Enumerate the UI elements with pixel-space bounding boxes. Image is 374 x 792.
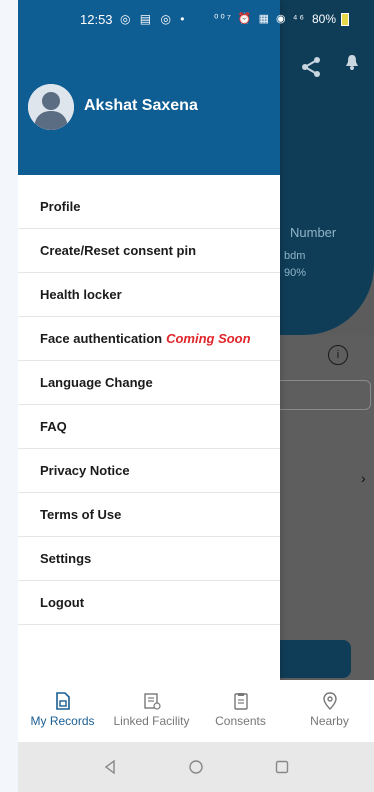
menu-item-privacy-notice[interactable]: Privacy Notice bbox=[18, 449, 280, 493]
menu-item-consent-pin[interactable]: Create/Reset consent pin bbox=[18, 229, 280, 273]
bg-card-line1: Number bbox=[290, 225, 337, 240]
menu-item-label: Privacy Notice bbox=[40, 463, 130, 478]
nav-label: Linked Facility bbox=[113, 714, 190, 728]
navigation-drawer: Akshat Saxena Profile Create/Reset conse… bbox=[18, 0, 280, 792]
records-icon bbox=[55, 692, 70, 710]
chevron-right-icon[interactable]: › bbox=[361, 470, 366, 486]
location-icon bbox=[322, 692, 337, 710]
status-time: 12:53 bbox=[80, 12, 113, 27]
system-navigation-bar bbox=[18, 742, 374, 792]
user-name: Akshat Saxena bbox=[84, 97, 198, 114]
background-field bbox=[273, 380, 371, 410]
menu-item-health-locker[interactable]: Health locker bbox=[18, 273, 280, 317]
avatar[interactable] bbox=[28, 84, 74, 130]
nav-my-records[interactable]: My Records bbox=[18, 680, 107, 742]
menu-item-label: Settings bbox=[40, 551, 92, 566]
menu-item-label: Create/Reset consent pin bbox=[40, 243, 197, 258]
home-icon[interactable] bbox=[188, 759, 204, 775]
recents-icon[interactable] bbox=[274, 759, 290, 775]
system-status-icons: ⁰⁰⁷ ⏰ ▦ ◉ ⁴⁶ bbox=[214, 13, 306, 25]
notification-icons: ◎ ▤ ◎ • bbox=[120, 12, 188, 26]
nav-label: My Records bbox=[30, 714, 95, 728]
menu-item-language-change[interactable]: Language Change bbox=[18, 361, 280, 405]
bg-card-line3: 90% bbox=[284, 267, 307, 279]
menu-item-terms-of-use[interactable]: Terms of Use bbox=[18, 493, 280, 537]
bg-card-line2: bdm bbox=[284, 250, 306, 262]
menu-item-face-authentication[interactable]: Face authentication Coming Soon bbox=[18, 317, 280, 361]
bell-icon[interactable] bbox=[345, 54, 359, 70]
nav-label: Nearby bbox=[310, 714, 349, 728]
nav-consents[interactable]: Consents bbox=[196, 680, 285, 742]
battery-icon bbox=[341, 13, 350, 27]
menu-item-label: Language Change bbox=[40, 375, 153, 390]
drawer-menu: Profile Create/Reset consent pin Health … bbox=[18, 185, 280, 625]
menu-item-faq[interactable]: FAQ bbox=[18, 405, 280, 449]
consents-icon bbox=[233, 693, 248, 710]
menu-item-label: Profile bbox=[40, 199, 81, 214]
menu-item-label: FAQ bbox=[40, 419, 67, 434]
coming-soon-badge: Coming Soon bbox=[166, 331, 251, 346]
menu-item-profile[interactable]: Profile bbox=[18, 185, 280, 229]
bottom-navigation: My Records Linked Facility Consents Near… bbox=[18, 680, 374, 742]
phone-screen: Number bdm 90% i › 12:53 ◎ ▤ ◎ • ⁰⁰⁷ ⏰ ▦… bbox=[18, 0, 374, 792]
back-icon[interactable] bbox=[102, 759, 118, 775]
menu-item-label: Health locker bbox=[40, 287, 122, 302]
menu-item-label: Face authentication bbox=[40, 331, 163, 346]
nav-label: Consents bbox=[215, 714, 266, 728]
menu-item-label: Terms of Use bbox=[40, 507, 122, 522]
background-button[interactable] bbox=[273, 640, 351, 678]
menu-item-label: Logout bbox=[40, 595, 85, 610]
share-icon[interactable] bbox=[300, 56, 322, 84]
menu-item-logout[interactable]: Logout bbox=[18, 581, 280, 625]
info-icon[interactable]: i bbox=[328, 345, 348, 365]
status-bar: 12:53 ◎ ▤ ◎ • ⁰⁰⁷ ⏰ ▦ ◉ ⁴⁶ 80% bbox=[18, 0, 374, 40]
nav-nearby[interactable]: Nearby bbox=[285, 680, 374, 742]
menu-item-settings[interactable]: Settings bbox=[18, 537, 280, 581]
battery-indicator: 80% bbox=[312, 12, 350, 27]
battery-percent: 80% bbox=[312, 12, 337, 26]
facility-icon bbox=[143, 693, 161, 710]
nav-linked-facility[interactable]: Linked Facility bbox=[107, 680, 196, 742]
